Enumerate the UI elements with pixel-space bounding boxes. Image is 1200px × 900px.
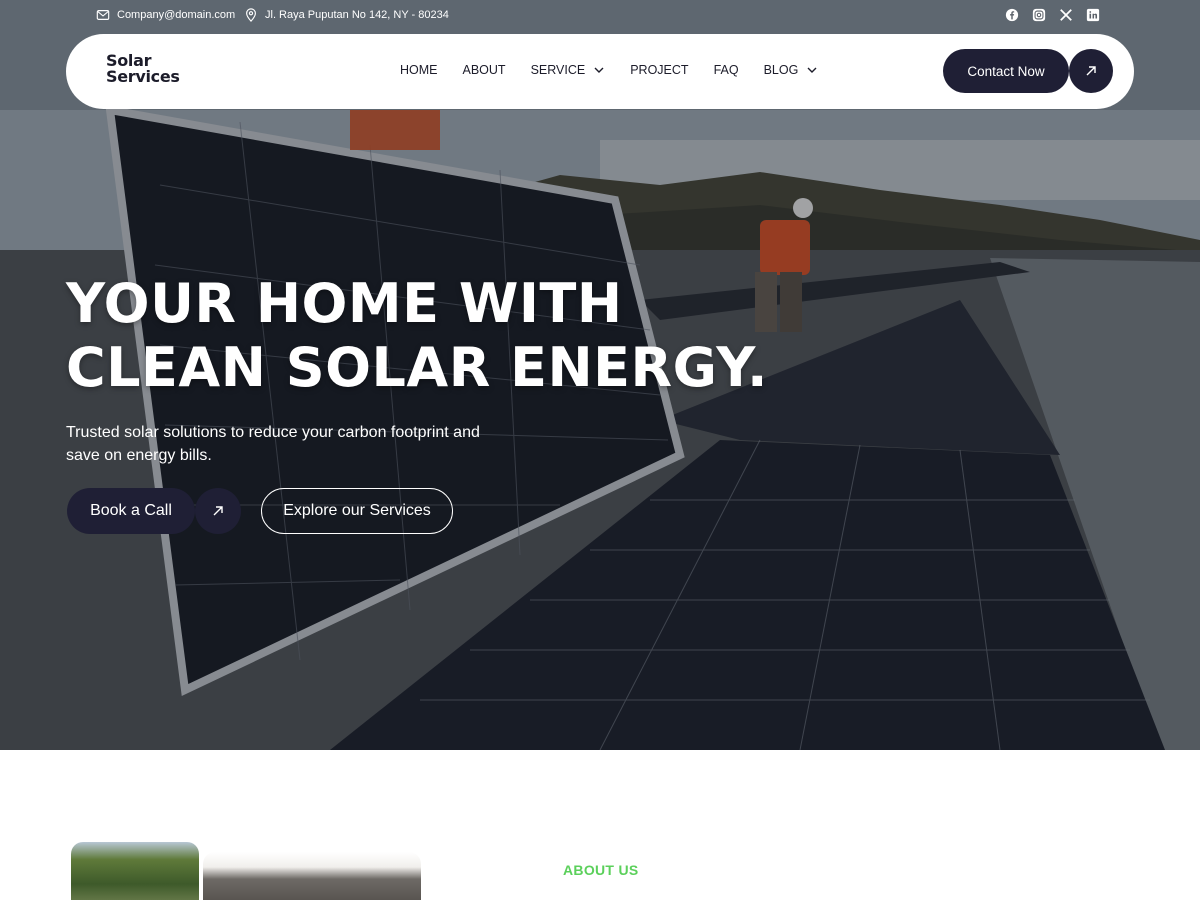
email-text: Company@domain.com bbox=[117, 9, 236, 21]
nav-item-home[interactable]: HOME bbox=[400, 63, 438, 77]
nav-item-service[interactable]: SERVICE bbox=[531, 63, 606, 77]
linkedin-icon[interactable] bbox=[1086, 8, 1100, 22]
nav-menu: HOME ABOUT SERVICE PROJECT FAQ BLOG bbox=[400, 63, 818, 77]
contact-arrow-button[interactable] bbox=[1069, 49, 1113, 93]
nav-label-home: HOME bbox=[400, 63, 438, 77]
instagram-icon[interactable] bbox=[1032, 8, 1046, 22]
about-image-installation bbox=[203, 852, 421, 900]
address-contact: Jl. Raya Puputan No 142, NY - 80234 bbox=[244, 8, 449, 22]
hero-headline: YOUR HOME WITH CLEAN SOLAR ENERGY. bbox=[66, 272, 768, 400]
address-text: Jl. Raya Puputan No 142, NY - 80234 bbox=[265, 9, 449, 21]
chevron-down-icon bbox=[594, 67, 604, 73]
nav-item-about[interactable]: ABOUT bbox=[463, 63, 506, 77]
explore-services-button[interactable]: Explore our Services bbox=[261, 488, 453, 534]
x-icon[interactable] bbox=[1059, 8, 1073, 22]
book-a-call-button[interactable]: Book a Call bbox=[67, 488, 195, 534]
nav-label-project: PROJECT bbox=[630, 63, 689, 77]
nav-label-about: ABOUT bbox=[462, 63, 506, 77]
nav-label-faq: FAQ bbox=[713, 63, 739, 77]
nav-item-blog[interactable]: BLOG bbox=[764, 63, 819, 77]
hero-section: Company@domain.com Jl. Raya Puputan No 1… bbox=[0, 0, 1200, 750]
mail-icon bbox=[96, 10, 110, 20]
arrow-up-right-icon bbox=[213, 506, 223, 516]
hero-subtext: Trusted solar solutions to reduce your c… bbox=[66, 424, 480, 464]
chevron-down-icon bbox=[807, 67, 817, 73]
contact-now-button[interactable]: Contact Now bbox=[943, 49, 1069, 93]
arrow-up-right-icon bbox=[1086, 66, 1096, 76]
social-links bbox=[1005, 8, 1100, 22]
about-us-label: ABOUT US bbox=[563, 862, 639, 878]
logo-line-2: Services bbox=[106, 67, 180, 86]
main-navbar: Solar Services HOME ABOUT SERVICE PROJEC… bbox=[66, 34, 1134, 109]
nav-item-project[interactable]: PROJECT bbox=[630, 63, 688, 77]
facebook-icon[interactable] bbox=[1005, 8, 1019, 22]
site-logo[interactable]: Solar Services bbox=[106, 53, 180, 85]
about-image-worker bbox=[71, 842, 199, 900]
hero-headline-line-1: YOUR HOME WITH bbox=[66, 272, 623, 335]
book-a-call-arrow-button[interactable] bbox=[195, 488, 241, 534]
nav-label-blog: BLOG bbox=[763, 63, 799, 77]
email-contact[interactable]: Company@domain.com bbox=[96, 8, 235, 22]
hero-headline-line-2: CLEAN SOLAR ENERGY. bbox=[66, 336, 768, 399]
top-bar: Company@domain.com Jl. Raya Puputan No 1… bbox=[0, 0, 1200, 32]
nav-item-faq[interactable]: FAQ bbox=[714, 63, 739, 77]
nav-label-service: SERVICE bbox=[530, 63, 586, 77]
map-pin-icon bbox=[246, 8, 256, 22]
